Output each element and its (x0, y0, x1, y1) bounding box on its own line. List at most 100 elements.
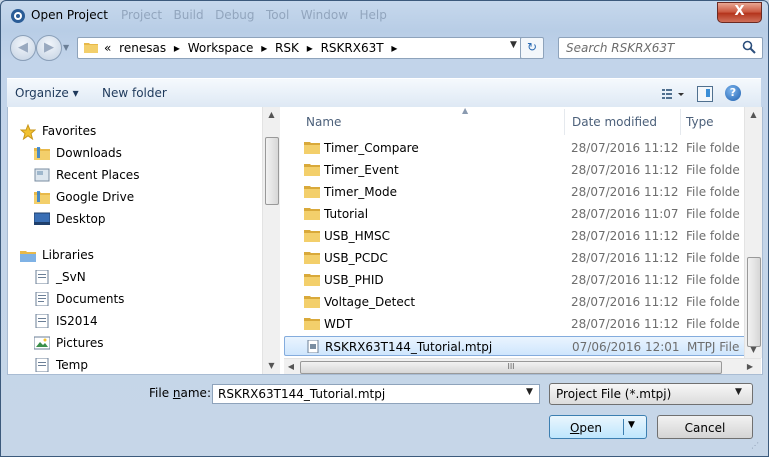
address-dropdown[interactable]: ▼ (510, 40, 517, 50)
sidebar-item-label: _SvN (56, 270, 86, 284)
file-name: Timer_Compare (324, 141, 419, 155)
file-name-value[interactable]: RSKRX63T144_Tutorial.mtpj (218, 387, 385, 401)
file-date: 28/07/2016 11:12 (571, 229, 679, 243)
file-name-label-suffix: ame: (180, 386, 211, 400)
file-row[interactable]: Tutorial 28/07/2016 11:07 File folde (284, 204, 754, 224)
breadcrumb-separator[interactable]: ▸ (261, 41, 267, 55)
file-date: 07/06/2016 12:01 (572, 340, 680, 354)
forward-arrow-icon: ▶ (44, 40, 54, 55)
file-row[interactable]: Timer_Event 28/07/2016 11:12 File folde (284, 160, 754, 180)
new-folder-button[interactable]: New folder (102, 86, 167, 100)
cancel-button[interactable]: Cancel (657, 415, 753, 439)
close-button[interactable]: X (717, 2, 762, 23)
file-row[interactable]: USB_PHID 28/07/2016 11:12 File folde (284, 270, 754, 290)
navigation-pane[interactable]: Favorites Downloads Recent Places Google Dr… (8, 107, 262, 374)
organize-button[interactable]: Organize ▾ (15, 86, 79, 100)
file-type: File folde (686, 273, 740, 287)
file-name-field[interactable]: RSKRX63T144_Tutorial.mtpj ▼ (212, 384, 540, 404)
column-date-modified[interactable]: Date modified (572, 115, 657, 129)
scroll-left-arrow[interactable]: ◀ (284, 359, 298, 374)
preview-pane-icon[interactable] (697, 86, 713, 102)
open-project-dialog: Open Project Project Build Debug Tool Wi… (0, 0, 769, 457)
search-icon[interactable] (742, 40, 756, 54)
file-row[interactable]: Timer_Mode 28/07/2016 11:12 File folde (284, 182, 754, 202)
recent-locations-dropdown[interactable]: ▼ (63, 43, 69, 52)
sidebar-item-pictures[interactable]: Pictures (8, 333, 262, 353)
file-list-vertical-scrollbar[interactable]: ▲ ▼ (744, 107, 762, 358)
navigation-scrollbar[interactable]: ▲ ▼ (262, 107, 280, 374)
file-name-label: File name: (149, 386, 211, 400)
forward-button[interactable]: ▶ (36, 35, 62, 61)
chevron-down-icon: ▼ (735, 387, 742, 397)
file-row[interactable]: WDT 28/07/2016 11:12 File folde (284, 314, 754, 334)
breadcrumb-overflow[interactable]: « (104, 41, 111, 55)
file-row[interactable]: Voltage_Detect 28/07/2016 11:12 File folde (284, 292, 754, 312)
column-divider[interactable] (564, 109, 565, 135)
breadcrumb-renesas[interactable]: renesas (119, 41, 166, 55)
back-button[interactable]: ◀ (10, 35, 36, 61)
breadcrumb-separator[interactable]: ▸ (174, 41, 180, 55)
sidebar-item-favorites[interactable]: Favorites (8, 121, 262, 141)
scroll-down-arrow[interactable]: ▼ (263, 358, 280, 374)
sidebar-item-is2014[interactable]: IS2014 (8, 311, 262, 331)
sidebar-item-google-drive[interactable]: Google Drive (8, 187, 262, 207)
resize-grip[interactable]: ⋰ (751, 441, 763, 453)
title-bar[interactable]: Open Project Project Build Debug Tool Wi… (1, 1, 768, 29)
search-input[interactable]: Search RSKRX63T (566, 41, 674, 55)
file-list[interactable]: Name ▲ Date modified Type Timer_Compare 2… (284, 107, 762, 374)
sidebar-item-documents[interactable]: Documents (8, 289, 262, 309)
back-arrow-icon: ◀ (18, 40, 28, 55)
sidebar-item-libraries[interactable]: Libraries (8, 245, 262, 265)
browser-area: Favorites Downloads Recent Places Google Dr… (7, 107, 763, 375)
file-row-selected[interactable]: RSKRX63T144_Tutorial.mtpj 07/06/2016 12:0… (284, 336, 754, 356)
file-date: 28/07/2016 11:12 (571, 273, 679, 287)
refresh-button[interactable]: ↻ (520, 37, 544, 59)
sidebar-item-recent-places[interactable]: Recent Places (8, 165, 262, 185)
file-list-horizontal-scrollbar[interactable]: ◀ III ▶ (284, 358, 761, 374)
sidebar-item-desktop[interactable]: Desktop (8, 209, 262, 229)
scroll-thumb[interactable] (265, 137, 279, 205)
open-options-dropdown[interactable]: ▼ (628, 420, 635, 430)
file-name: USB_PHID (324, 273, 384, 287)
file-row[interactable]: USB_HMSC 28/07/2016 11:12 File folde (284, 226, 754, 246)
file-name: Timer_Mode (324, 185, 397, 199)
scroll-down-arrow[interactable]: ▼ (745, 342, 762, 358)
open-button[interactable]: Open ▼ (549, 415, 647, 439)
folder-icon (304, 317, 320, 330)
file-name: Voltage_Detect (324, 295, 416, 309)
scroll-up-arrow[interactable]: ▲ (263, 107, 280, 123)
sidebar-item-downloads[interactable]: Downloads (8, 143, 262, 163)
cancel-button-label: Cancel (684, 421, 726, 435)
sidebar-item-label: Recent Places (56, 168, 140, 182)
file-name-dropdown[interactable]: ▼ (526, 387, 533, 397)
folder-icon (304, 163, 320, 176)
breadcrumb-workspace[interactable]: Workspace (188, 41, 254, 55)
folder-icon (34, 190, 50, 204)
command-toolbar: Organize ▾ New folder ? (7, 78, 761, 109)
refresh-icon: ↻ (526, 40, 538, 54)
column-divider[interactable] (680, 109, 681, 135)
open-button-label: Open (550, 421, 622, 435)
file-type-select[interactable]: Project File (*.mtpj) ▼ (549, 383, 753, 405)
address-bar[interactable]: « renesas ▸ Workspace ▸ RSK ▸ RSKRX63T ▸… (77, 37, 543, 59)
folder-icon (304, 229, 320, 242)
breadcrumb-rskrx63t[interactable]: RSKRX63T (321, 41, 384, 55)
scroll-thumb[interactable] (747, 257, 761, 347)
search-box[interactable]: Search RSKRX63T (558, 37, 763, 59)
change-view-icon[interactable] (661, 87, 687, 101)
breadcrumb-separator[interactable]: ▸ (391, 41, 397, 55)
breadcrumb-separator[interactable]: ▸ (307, 41, 313, 55)
scroll-up-arrow[interactable]: ▲ (745, 107, 762, 123)
file-row[interactable]: Timer_Compare 28/07/2016 11:12 File folde (284, 138, 754, 158)
scroll-thumb[interactable]: III (300, 361, 722, 374)
pictures-icon (33, 336, 51, 350)
sidebar-item-temp[interactable]: Temp (8, 355, 262, 374)
file-row[interactable]: USB_PCDC 28/07/2016 11:12 File folde (284, 248, 754, 268)
column-type[interactable]: Type (686, 115, 714, 129)
scroll-right-arrow[interactable]: ▶ (743, 359, 757, 374)
breadcrumb-rsk[interactable]: RSK (275, 41, 299, 55)
column-name[interactable]: Name (306, 115, 341, 129)
sidebar-item-svn[interactable]: _SvN (8, 267, 262, 287)
file-type: File folde (686, 185, 740, 199)
help-icon[interactable]: ? (725, 85, 741, 101)
